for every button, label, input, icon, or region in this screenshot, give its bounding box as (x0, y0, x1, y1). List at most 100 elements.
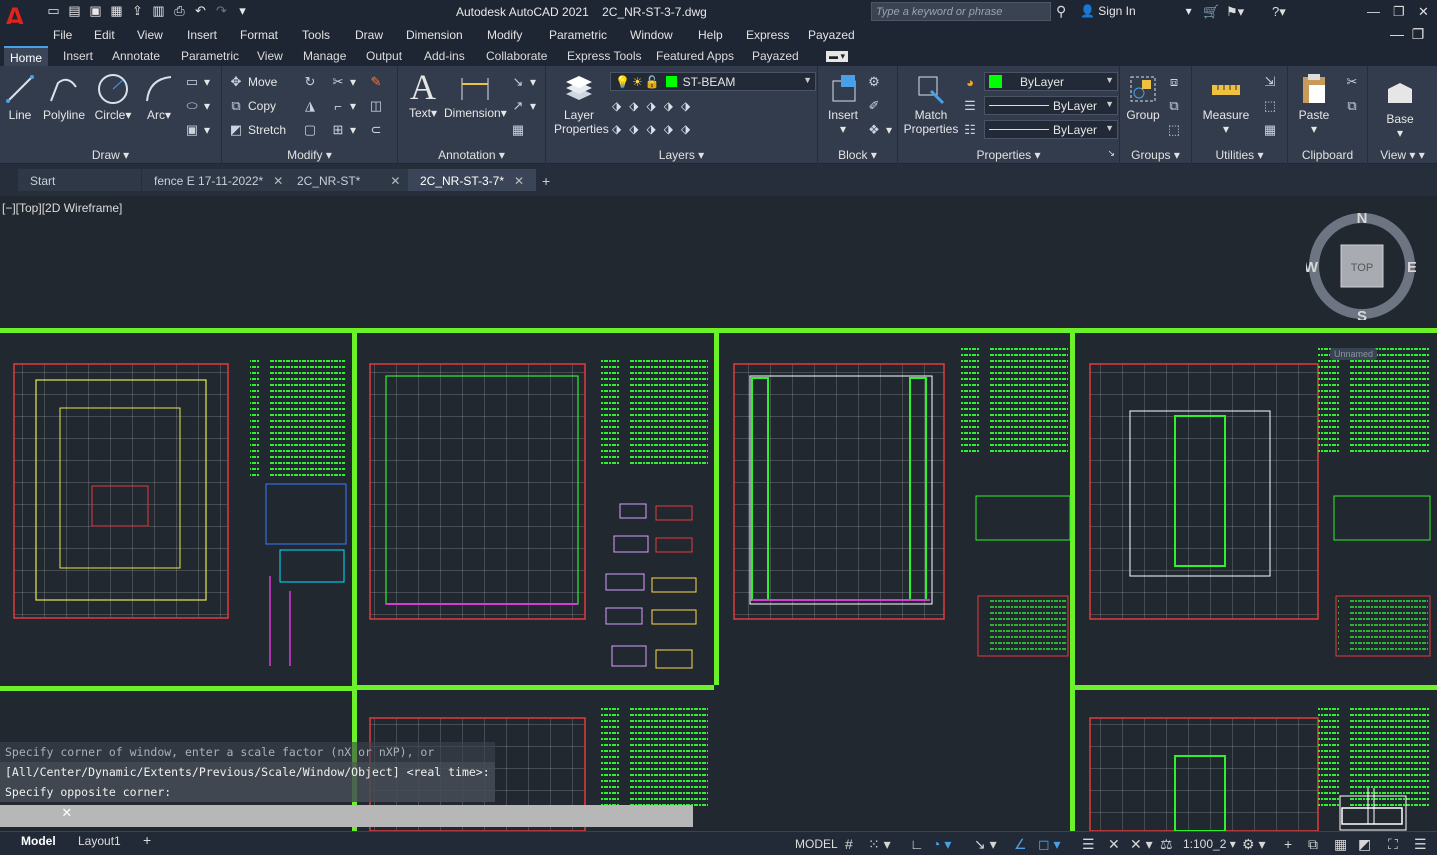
group-select-icon[interactable]: ⬚ (1166, 122, 1182, 138)
workspace-gear-icon[interactable]: ⚙ ▾ (1242, 836, 1265, 853)
tab-collaborate[interactable]: Collaborate (486, 49, 547, 63)
line-button[interactable]: Line (2, 72, 38, 122)
graphics-performance-icon[interactable]: ▦ (1334, 836, 1347, 853)
group-edit-icon[interactable]: ⧉ (1166, 98, 1182, 114)
tab-add-ins[interactable]: Add-ins (424, 49, 465, 63)
copy-clip-icon[interactable]: ⧉ (1344, 98, 1360, 114)
utilities-panel-title[interactable]: Utilities ▾ (1192, 148, 1287, 162)
export-icon[interactable]: ▥ (151, 3, 166, 18)
drawing-canvas[interactable]: [−][Top][2D Wireframe] Unnamed TOP N S E… (0, 196, 1437, 831)
annotation-panel-title[interactable]: Annotation ▾ (398, 148, 545, 162)
stretch-button[interactable]: ◩ Stretch (228, 122, 286, 138)
autodesk-app-icon[interactable]: ⚑▾ (1226, 4, 1244, 20)
open-icon[interactable]: ▤ (67, 3, 82, 18)
multileader-icon[interactable]: ↗ ▾ (510, 98, 536, 114)
cart-icon[interactable]: 🛒 (1203, 4, 1219, 20)
calculator-icon[interactable]: ▦ (1262, 122, 1278, 138)
create-block-icon[interactable]: ⚙ (866, 74, 882, 90)
lineweight-toggle-icon[interactable]: ☰ (1082, 836, 1095, 853)
tab-featured-apps[interactable]: Featured Apps (656, 49, 734, 63)
linetype-icon[interactable]: ☷ (962, 122, 978, 138)
add-layout-icon[interactable]: + (140, 832, 154, 848)
layer-dropdown[interactable]: 💡 ☀ 🔓 ST-BEAM ▼ (610, 72, 816, 91)
customization-menu-icon[interactable]: ☰ (1414, 836, 1427, 853)
groups-panel-title[interactable]: Groups ▾ (1120, 148, 1191, 162)
tab-insert[interactable]: Insert (63, 49, 93, 63)
layer-properties-button[interactable]: Layer Properties (554, 72, 609, 136)
tab-express-tools[interactable]: Express Tools (567, 49, 641, 63)
tab-2c-nr-st[interactable]: 2C_NR-ST* ✕ (285, 169, 413, 191)
redo-icon[interactable]: ↷ (214, 3, 229, 18)
search-icon[interactable]: ⚲ (1056, 3, 1066, 20)
annotation-scale-auto-icon[interactable]: ✕ ▾ (1130, 836, 1153, 853)
undo-icon[interactable]: ↶ (193, 3, 208, 18)
move-button[interactable]: ✥ Move (228, 74, 278, 90)
mirror-icon[interactable]: ◮ (302, 98, 318, 114)
close-icon[interactable]: ✕ (1418, 4, 1429, 20)
match-properties-button[interactable]: Match Properties (902, 72, 960, 136)
annotative-icon[interactable]: ⚖ (1160, 836, 1173, 853)
insert-block-button[interactable]: Insert ▾ (822, 72, 864, 136)
rotate-icon[interactable]: ↻ (302, 74, 318, 90)
command-input[interactable]: ✕ (0, 802, 693, 827)
linetype-dropdown[interactable]: ByLayer ▼ (984, 96, 1118, 115)
annotation-scale-dropdown[interactable]: 1:100_2 ▾ (1180, 837, 1239, 851)
arc-button[interactable]: Arc▾ (140, 72, 178, 122)
explode-icon[interactable]: ◫ (368, 98, 384, 114)
color-dropdown[interactable]: ByLayer ▼ (984, 72, 1118, 91)
layer-tools-row-2[interactable]: ⬗ ⬗ ⬗ ⬗ ⬗ (612, 122, 690, 136)
menu-draw[interactable]: Draw (355, 28, 383, 42)
circle-button[interactable]: Circle▾ (92, 72, 134, 122)
paste-button[interactable]: Paste ▾ (1294, 72, 1334, 136)
menu-parametric[interactable]: Parametric (549, 28, 607, 42)
dimension-button[interactable]: Dimension▾ (444, 70, 507, 120)
save-as-icon[interactable]: ▦ (109, 3, 124, 18)
tab-start[interactable]: Start (18, 169, 141, 191)
tab-model[interactable]: Model (18, 834, 59, 848)
tab-payazed[interactable]: Payazed (752, 49, 799, 63)
help-icon[interactable]: ?▾ (1272, 4, 1286, 20)
menu-view[interactable]: View (137, 28, 163, 42)
menu-tools[interactable]: Tools (302, 28, 330, 42)
tab-manage[interactable]: Manage (303, 49, 346, 63)
copy-button[interactable]: ⧉ Copy (228, 98, 276, 114)
tab-layout1[interactable]: Layout1 (75, 834, 124, 848)
close-command-icon[interactable]: ✕ (62, 802, 72, 821)
clean-screen-icon[interactable]: ◩ (1358, 836, 1371, 853)
menu-express[interactable]: Express (746, 28, 789, 42)
isodraft-icon[interactable]: ↘ ▾ (974, 836, 997, 853)
layer-tools-row-1[interactable]: ⬗ ⬗ ⬗ ⬗ ⬗ (612, 99, 690, 113)
plot-icon[interactable]: ⎙ (172, 3, 187, 18)
lineweight-icon[interactable]: ☰ (962, 98, 978, 114)
polar-icon[interactable]: ◔ ▾ (932, 836, 951, 853)
table-icon[interactable]: ▦ (510, 122, 526, 138)
menu-modify[interactable]: Modify (487, 28, 522, 42)
trim-icon[interactable]: ✂ ▾ (330, 74, 356, 90)
fillet-icon[interactable]: ⌐ ▾ (330, 98, 356, 114)
ungroup-icon[interactable]: ⧈ (1166, 74, 1182, 90)
base-button[interactable]: Base ▾ (1376, 76, 1424, 140)
crosshair-icon[interactable]: + (1284, 836, 1292, 852)
menu-help[interactable]: Help (698, 28, 723, 42)
quick-select-icon[interactable]: ⇲ (1262, 74, 1278, 90)
measure-button[interactable]: Measure ▾ (1198, 72, 1254, 136)
tab-home[interactable]: Home (4, 46, 49, 66)
offset-icon[interactable]: ⊂ (368, 122, 384, 138)
sign-in-button[interactable]: 👤 Sign In ▾ (1080, 4, 1192, 18)
customize-chevron-icon[interactable]: ▾ (235, 3, 250, 18)
text-button[interactable]: A Text▾ (404, 67, 442, 120)
ribbon-toggle-icon[interactable]: ▬ ▾ (826, 51, 849, 62)
tab-fence-drawing[interactable]: fence E 17-11-2022* ✕ (142, 169, 296, 191)
polyline-button[interactable]: Polyline (40, 72, 88, 122)
tab-view[interactable]: View (257, 49, 283, 63)
lineweight-dropdown[interactable]: ByLayer ▼ (984, 120, 1118, 139)
rectangle-icon[interactable]: ▭ ▾ (184, 74, 210, 90)
group-button[interactable]: Group (1124, 72, 1162, 122)
search-input[interactable]: Type a keyword or phrase (871, 2, 1051, 21)
erase-icon[interactable]: ✎ (368, 74, 384, 90)
draw-panel-title[interactable]: Draw ▾ (0, 148, 221, 162)
menu-format[interactable]: Format (240, 28, 278, 42)
select-all-icon[interactable]: ⬚ (1262, 98, 1278, 114)
menu-dimension[interactable]: Dimension (406, 28, 463, 42)
block-panel-title[interactable]: Block ▾ (818, 148, 897, 162)
